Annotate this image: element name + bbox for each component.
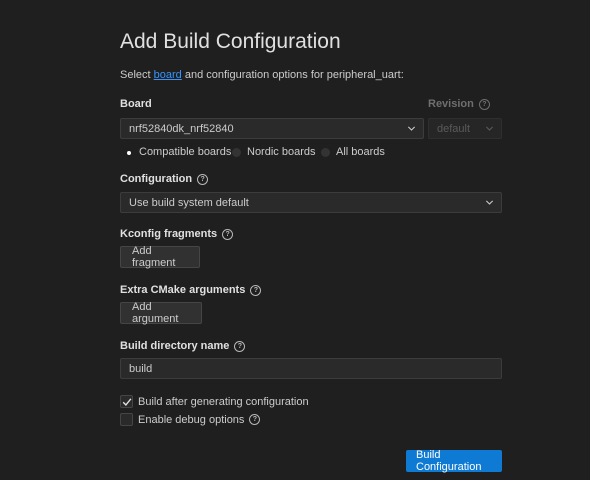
board-label-text: Board <box>120 98 152 110</box>
chevron-down-icon <box>407 126 416 131</box>
revision-label: Revision ? <box>428 98 490 110</box>
board-filter-label: All boards <box>336 146 385 158</box>
radio-unselected-icon <box>321 147 330 157</box>
add-argument-button[interactable]: Add argument <box>120 301 202 325</box>
build-after-label: Build after generating configuration <box>138 395 309 408</box>
configuration-label: Configuration ? <box>120 173 209 185</box>
debug-label: Enable debug options <box>138 413 245 426</box>
kconfig-label: Kconfig fragments ? <box>120 228 234 240</box>
subtitle-suffix: and configuration options for peripheral… <box>181 69 404 81</box>
build-after-option[interactable]: Build after generating configuration <box>120 395 309 408</box>
debug-option[interactable]: Enable debug options ? <box>120 413 261 426</box>
page-subtitle: Select board and configuration options f… <box>120 69 404 81</box>
configuration-label-text: Configuration <box>120 173 193 185</box>
chevron-down-icon <box>485 126 494 131</box>
board-link[interactable]: board <box>154 69 182 81</box>
build-dir-input[interactable]: build <box>120 358 502 379</box>
radio-unselected-icon <box>232 147 241 157</box>
checkmark-icon <box>122 398 132 406</box>
board-filter-label: Compatible boards <box>139 146 232 158</box>
configuration-select-value: Use build system default <box>129 196 249 209</box>
checkbox-unchecked[interactable] <box>120 413 133 426</box>
subtitle-prefix: Select <box>120 69 154 81</box>
add-fragment-button[interactable]: Add fragment <box>120 245 200 269</box>
revision-label-text: Revision <box>428 98 474 110</box>
board-filter-compatible[interactable]: Compatible boards <box>124 146 231 158</box>
board-select-value: nrf52840dk_nrf52840 <box>129 122 234 135</box>
page-title: Add Build Configuration <box>120 30 341 53</box>
board-filter-label: Nordic boards <box>247 146 316 158</box>
radio-selected-icon <box>124 147 133 157</box>
board-filter-nordic[interactable]: Nordic boards <box>232 146 315 158</box>
revision-help-icon[interactable]: ? <box>478 98 490 110</box>
board-filter-all[interactable]: All boards <box>321 146 385 158</box>
debug-help-icon[interactable]: ? <box>249 414 261 425</box>
build-dir-input-value: build <box>129 362 153 375</box>
cmake-label: Extra CMake arguments ? <box>120 284 262 296</box>
checkbox-checked[interactable] <box>120 395 133 408</box>
configuration-select[interactable]: Use build system default <box>120 192 502 213</box>
build-dir-label: Build directory name ? <box>120 340 246 352</box>
kconfig-label-text: Kconfig fragments <box>120 228 218 240</box>
build-dir-help-icon[interactable]: ? <box>234 340 246 352</box>
chevron-down-icon <box>485 200 494 205</box>
build-dir-label-text: Build directory name <box>120 340 230 352</box>
revision-select[interactable]: default <box>428 118 502 139</box>
configuration-help-icon[interactable]: ? <box>197 173 209 185</box>
cmake-help-icon[interactable]: ? <box>250 284 262 296</box>
kconfig-help-icon[interactable]: ? <box>222 228 234 240</box>
board-select[interactable]: nrf52840dk_nrf52840 <box>120 118 424 139</box>
cmake-label-text: Extra CMake arguments <box>120 284 246 296</box>
board-label: Board <box>120 98 152 110</box>
build-configuration-button[interactable]: Build Configuration <box>406 449 502 473</box>
revision-select-value: default <box>437 122 471 135</box>
